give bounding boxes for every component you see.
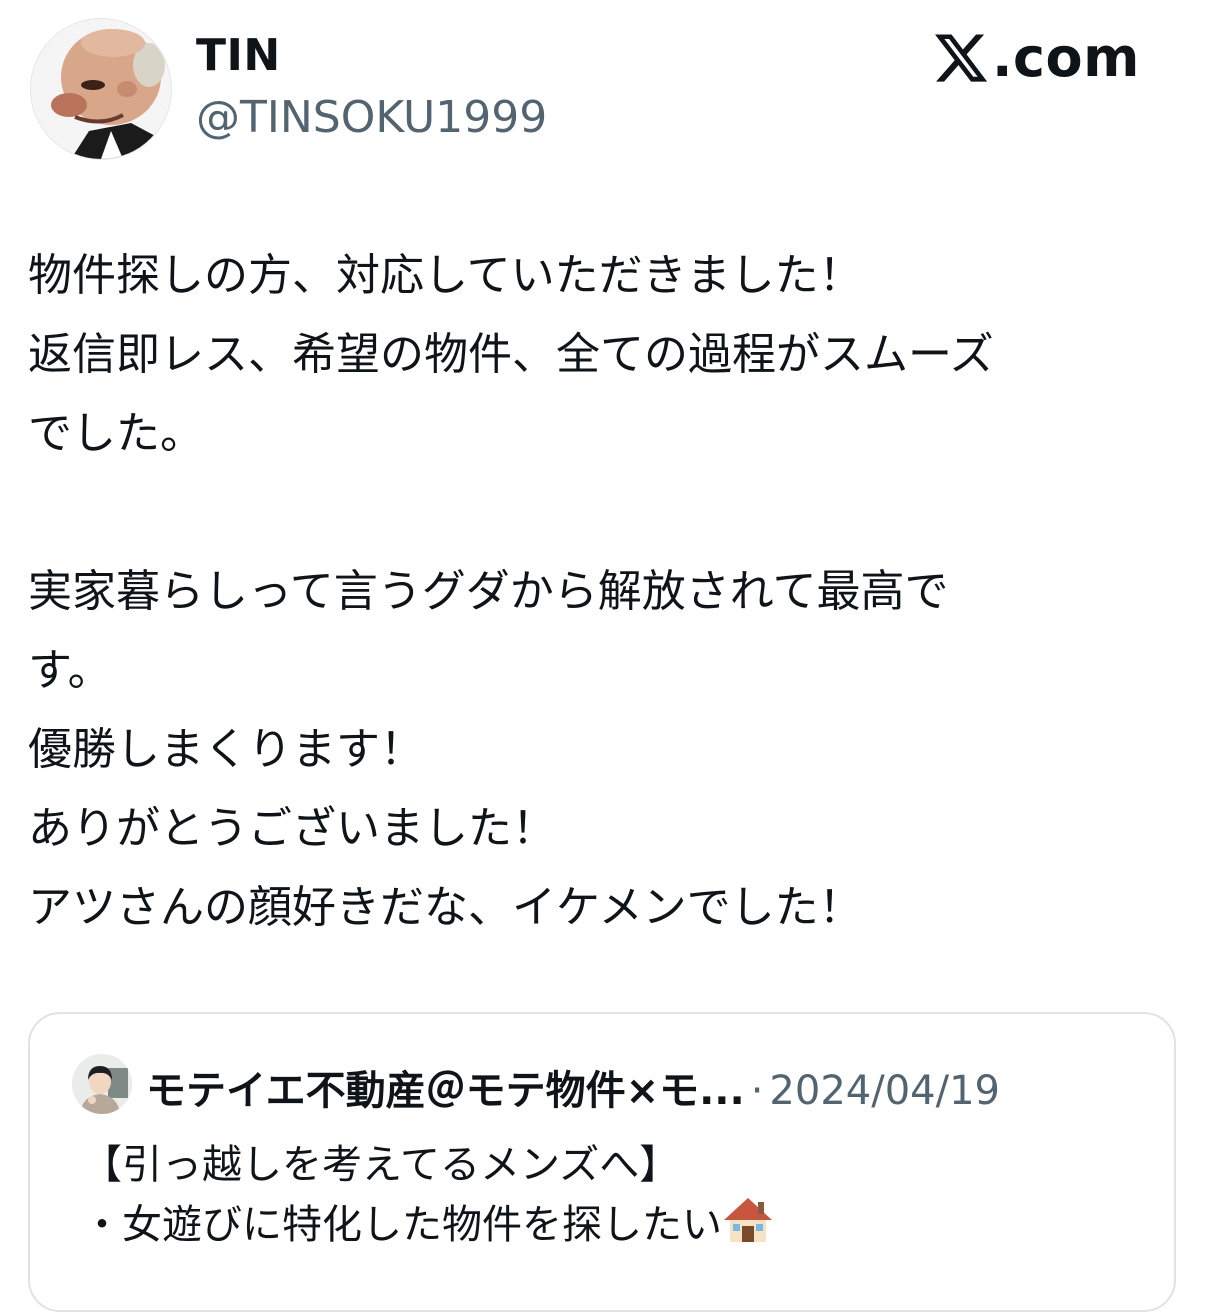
quoted-tweet-card[interactable]: モテイエ不動産＠モテ物件×モ... · 2024/04/19 【引っ越しを考えて… bbox=[28, 1012, 1176, 1312]
quoted-line: ・女遊びに特化した物件を探したい bbox=[82, 1202, 722, 1248]
young-man-avatar-icon bbox=[72, 1054, 132, 1114]
tweet-line: す。 bbox=[28, 645, 112, 696]
author-handle[interactable]: @TINSOKU1999 bbox=[196, 92, 547, 143]
author-avatar[interactable] bbox=[30, 18, 172, 160]
tweet-line: 返信即レス、希望の物件、全ての過程がスムーズ bbox=[28, 329, 994, 380]
header-separator: · bbox=[750, 1068, 764, 1114]
quoted-tweet-text: 【引っ越しを考えてるメンズへ】 ・女遊びに特化した物件を探したい bbox=[82, 1136, 774, 1254]
x-com-brand: .com bbox=[932, 26, 1140, 89]
tweet-line: ありがとうございました！ bbox=[28, 803, 556, 854]
quoted-line: 【引っ越しを考えてるメンズへ】 bbox=[82, 1142, 680, 1188]
bald-man-avatar-icon bbox=[31, 19, 171, 159]
tweet-line: でした。 bbox=[28, 408, 204, 459]
tweet-line: アツさんの顔好きだな、イケメンでした！ bbox=[28, 882, 863, 933]
x-logo-icon bbox=[935, 33, 988, 82]
quoted-line-with-emoji: ・女遊びに特化した物件を探したい bbox=[82, 1194, 774, 1254]
author-name[interactable]: TIN bbox=[196, 30, 281, 81]
tweet-line: 優勝しまくります！ bbox=[28, 724, 424, 775]
tweet-line: 物件探しの方、対応していただきました！ bbox=[28, 250, 863, 301]
quoted-author-avatar[interactable] bbox=[72, 1054, 132, 1114]
brand-label: .com bbox=[992, 26, 1140, 89]
quoted-author-name[interactable]: モテイエ不動産＠モテ物件×モ... bbox=[146, 1058, 745, 1116]
quoted-tweet-header: モテイエ不動産＠モテ物件×モ... · 2024/04/19 bbox=[146, 1058, 1000, 1116]
tweet-line: 実家暮らしって言うグダから解放されて最高で bbox=[28, 566, 949, 617]
quoted-date[interactable]: 2024/04/19 bbox=[769, 1068, 1000, 1114]
house-emoji-icon bbox=[724, 1198, 772, 1242]
tweet-text: 物件探しの方、対応していただきました！ 返信即レス、希望の物件、全ての過程がスム… bbox=[28, 236, 1178, 947]
